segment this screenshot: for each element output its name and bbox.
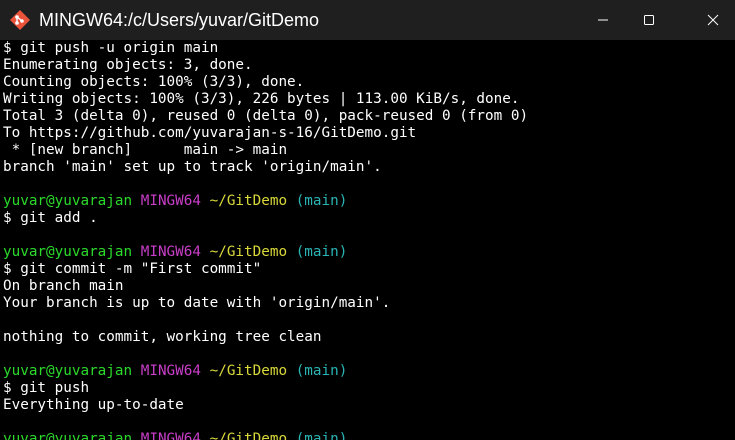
maximize-icon (643, 14, 655, 26)
prompt-branch: (main) (295, 193, 348, 209)
prompt-host: MINGW64 (140, 244, 201, 260)
command-line: $ git commit -m "First commit" (3, 261, 262, 277)
command-line: $ git add . (3, 210, 98, 226)
prompt-branch: (main) (295, 431, 348, 440)
maximize-button[interactable] (626, 0, 672, 40)
prompt-user: yuvar@yuvarajan (3, 193, 133, 209)
prompt-line: yuvar@yuvarajan MINGW64 ~/GitDemo (main) (3, 363, 735, 380)
output-line: Writing objects: 100% (3/3), 226 bytes |… (3, 91, 520, 107)
terminal-output[interactable]: $ git push -u origin main Enumerating obj… (0, 40, 735, 440)
command-line: $ git push -u origin main (3, 40, 219, 56)
prompt-branch: (main) (295, 244, 348, 260)
close-icon (707, 14, 719, 26)
output-line: branch 'main' set up to track 'origin/ma… (3, 159, 382, 175)
window-title: MINGW64:/c/Users/yuvar/GitDemo (39, 10, 320, 30)
minimize-button[interactable] (580, 0, 626, 40)
minimize-icon (597, 14, 609, 26)
prompt-path: ~/GitDemo (209, 431, 288, 440)
prompt-line: yuvar@yuvarajan MINGW64 ~/GitDemo (main) (3, 431, 735, 440)
prompt-host: MINGW64 (140, 431, 201, 440)
title-bar[interactable]: MINGW64:/c/Users/yuvar/GitDemo (0, 0, 735, 40)
terminal-window: MINGW64:/c/Users/yuvar/GitDemo $ git pus… (0, 0, 735, 440)
output-line: On branch main (3, 278, 124, 294)
prompt-host: MINGW64 (140, 363, 201, 379)
prompt-host: MINGW64 (140, 193, 201, 209)
output-line: * [new branch] main -> main (3, 142, 288, 158)
close-button[interactable] (690, 0, 735, 40)
prompt-path: ~/GitDemo (209, 193, 288, 209)
prompt-path: ~/GitDemo (209, 363, 288, 379)
output-line: Counting objects: 100% (3/3), done. (3, 74, 305, 90)
output-line: Your branch is up to date with 'origin/m… (3, 295, 391, 311)
prompt-path: ~/GitDemo (209, 244, 288, 260)
prompt-user: yuvar@yuvarajan (3, 363, 133, 379)
output-line: Enumerating objects: 3, done. (3, 57, 253, 73)
prompt-user: yuvar@yuvarajan (3, 431, 133, 440)
command-line: $ git push (3, 380, 90, 396)
output-line: To https://github.com/yuvarajan-s-16/Git… (3, 125, 417, 141)
git-bash-icon (9, 9, 31, 31)
prompt-line: yuvar@yuvarajan MINGW64 ~/GitDemo (main) (3, 193, 735, 210)
output-line: nothing to commit, working tree clean (3, 329, 322, 345)
prompt-user: yuvar@yuvarajan (3, 244, 133, 260)
prompt-line: yuvar@yuvarajan MINGW64 ~/GitDemo (main) (3, 244, 735, 261)
output-line: Everything up-to-date (3, 397, 184, 413)
output-line: Total 3 (delta 0), reused 0 (delta 0), p… (3, 108, 529, 124)
prompt-branch: (main) (295, 363, 348, 379)
